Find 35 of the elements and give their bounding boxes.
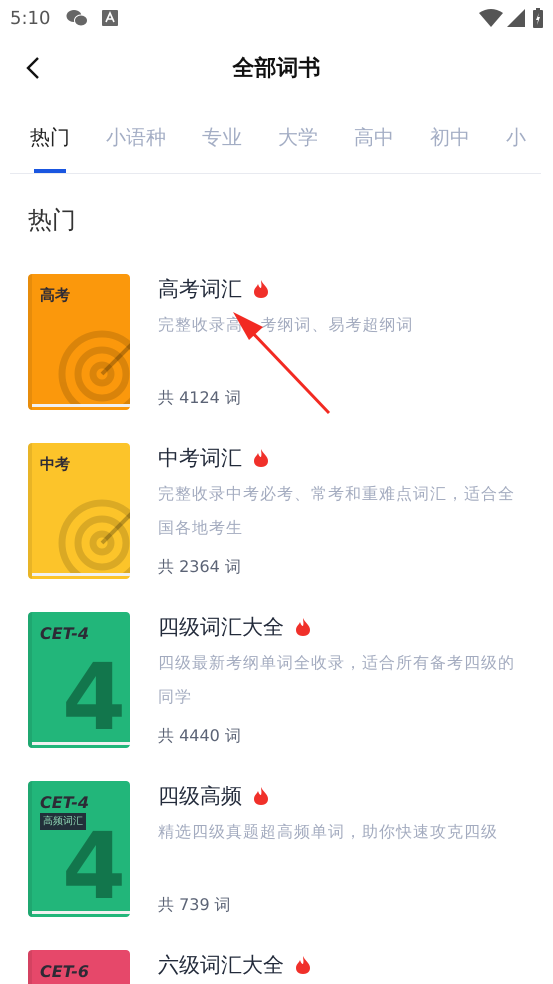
category-tab[interactable]: 高中 xyxy=(354,100,394,173)
chat-icon xyxy=(66,9,88,27)
signal-icon xyxy=(507,9,525,27)
text-app-icon xyxy=(102,10,118,26)
cover-label: 中考 xyxy=(40,454,70,475)
category-tab[interactable]: 小 xyxy=(506,100,526,173)
battery-icon xyxy=(533,8,543,28)
category-tab[interactable]: 专业 xyxy=(202,100,242,173)
word-count: 共 2364 词 xyxy=(158,556,242,578)
status-time: 5:10 xyxy=(10,6,50,30)
book-description: 四级最新考纲单词全收录，适合所有备考四级的同学 xyxy=(158,652,516,708)
word-count: 共 4124 词 xyxy=(158,387,242,409)
cover-label: CET-4 xyxy=(40,623,90,645)
cover-label: CET-4 xyxy=(40,792,90,814)
book-title: 四级词汇大全 xyxy=(158,614,284,641)
word-count: 共 4440 词 xyxy=(158,725,242,747)
section-title: 热门 xyxy=(28,206,76,234)
book-title: 中考词汇 xyxy=(158,445,242,472)
back-icon xyxy=(26,56,40,80)
book-title: 四级高频 xyxy=(158,783,242,810)
page-title: 全部词书 xyxy=(232,54,320,82)
wifi-icon xyxy=(479,9,503,27)
cover-label: 高考 xyxy=(40,285,70,306)
book-description: 完整收录中考必考、常考和重难点词汇，适合全国各地考生 xyxy=(158,483,516,539)
book-title: 高考词汇 xyxy=(158,276,242,303)
book-title: 六级词汇大全 xyxy=(158,952,284,979)
category-tab[interactable]: 热门 xyxy=(30,100,70,173)
cover-numeral: 4 xyxy=(62,652,126,744)
tab-indicator xyxy=(34,169,66,173)
category-tab[interactable]: 小语种 xyxy=(106,100,166,173)
book-description: 精选四级真题超高频单词，助你快速攻克四级 xyxy=(158,821,499,843)
cover-label: CET-6 xyxy=(40,961,90,983)
word-count: 共 739 词 xyxy=(158,894,232,916)
category-tab[interactable]: 初中 xyxy=(430,100,470,173)
category-tab[interactable]: 大学 xyxy=(278,100,318,173)
